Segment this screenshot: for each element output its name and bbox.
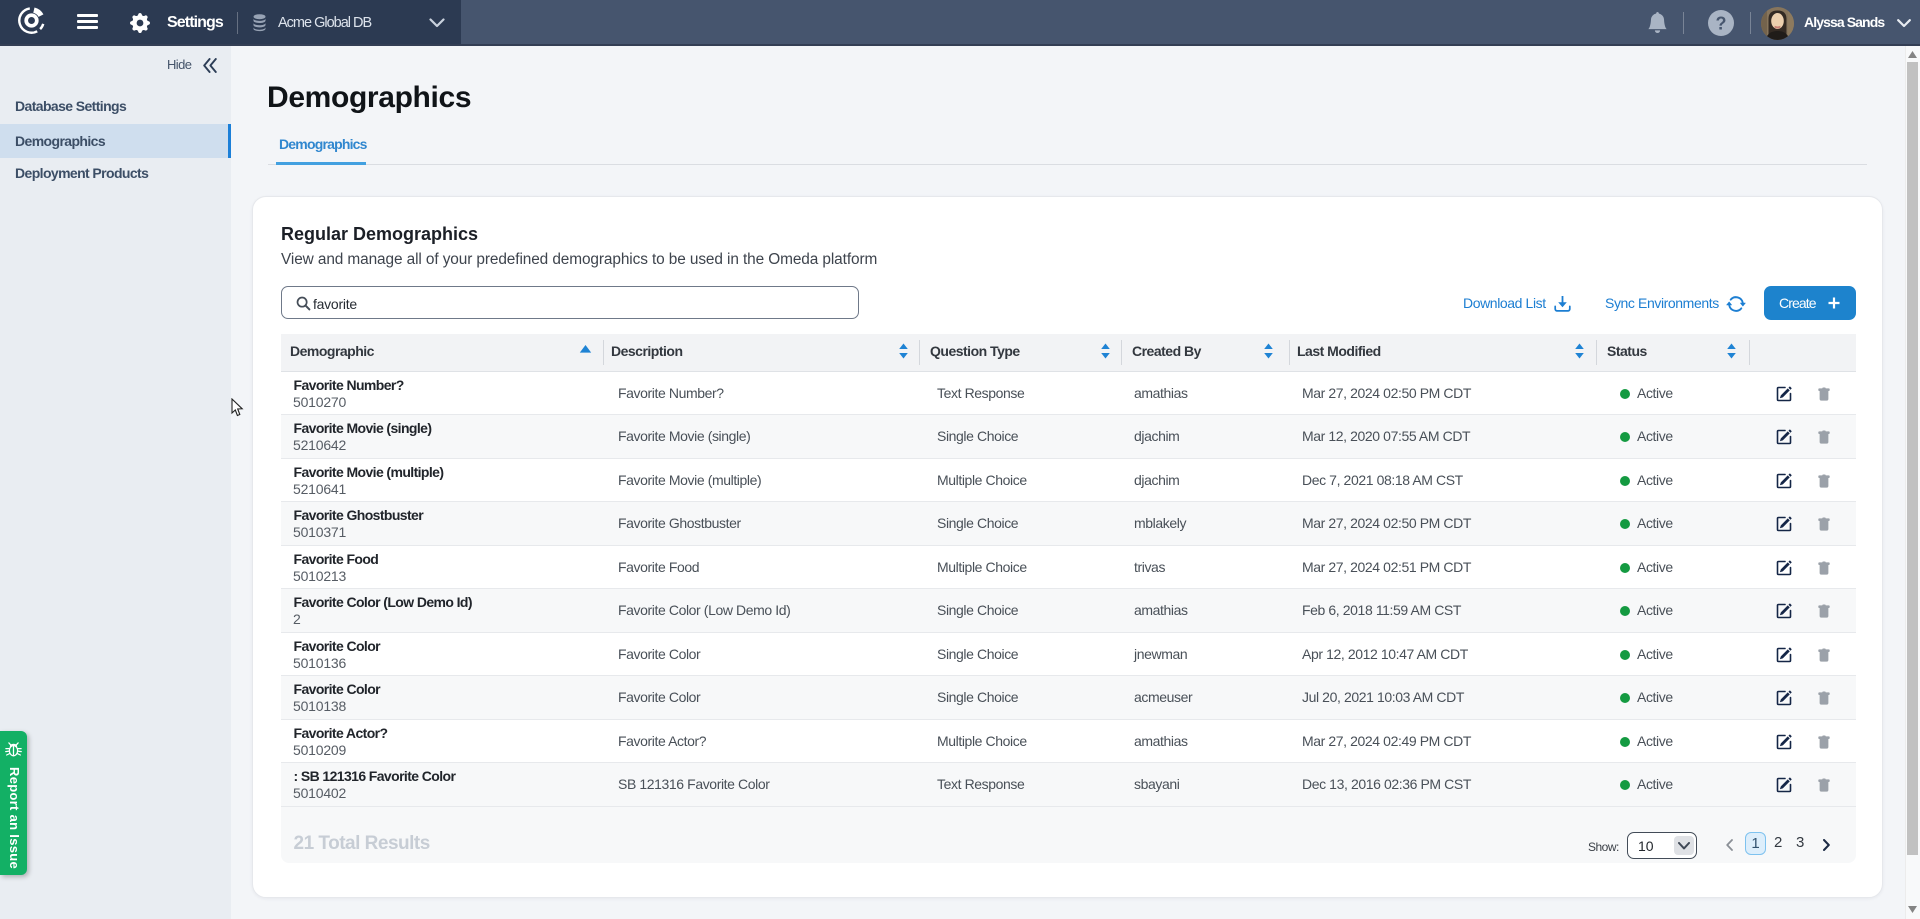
svg-text:?: ? bbox=[1716, 14, 1727, 34]
